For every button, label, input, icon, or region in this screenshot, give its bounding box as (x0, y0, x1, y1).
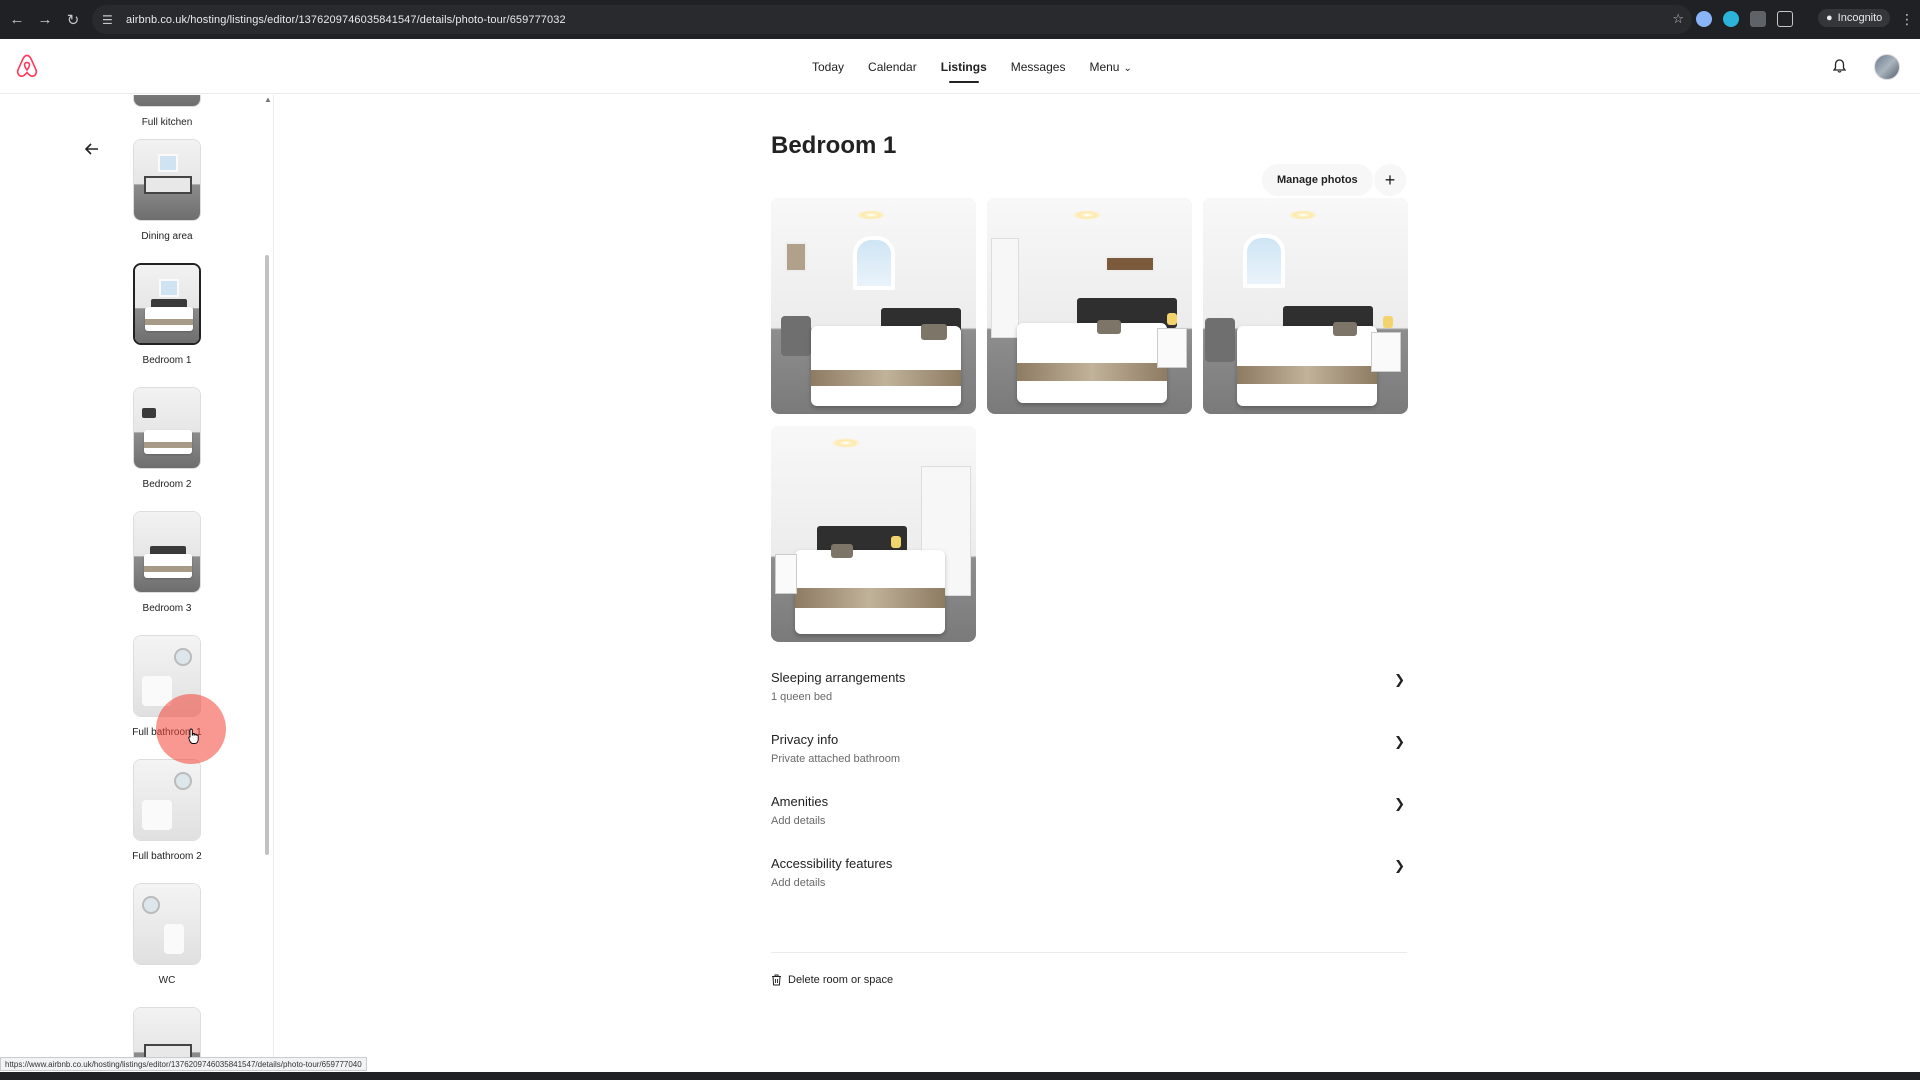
section-subtitle: 1 queen bed (771, 691, 833, 703)
section-sleeping-arrangements[interactable]: Sleeping arrangements 1 queen bed ❯ (771, 670, 1407, 720)
browser-menu-icon[interactable]: ⋮ (1900, 11, 1914, 28)
extensions-puzzle-icon[interactable] (1777, 11, 1793, 27)
chevron-right-icon: ❯ (1394, 796, 1405, 811)
room-photo[interactable] (771, 198, 976, 414)
room-item-bedroom-2[interactable]: Bedroom 2 (133, 387, 201, 490)
nav-messages[interactable]: Messages (1011, 60, 1066, 74)
section-title: Accessibility features (771, 856, 893, 871)
status-url: https://www.airbnb.co.uk/hosting/listing… (5, 1059, 362, 1069)
nav-menu-label: Menu (1089, 59, 1120, 74)
top-navigation: Today Calendar Listings Messages Menu ⌄ (0, 39, 1920, 94)
page-title: Bedroom 1 (771, 132, 897, 159)
hand-cursor-icon (188, 728, 199, 744)
chevron-right-icon: ❯ (1394, 672, 1405, 687)
nav-calendar[interactable]: Calendar (868, 60, 917, 74)
back-button[interactable] (79, 136, 105, 162)
section-accessibility-features[interactable]: Accessibility features Add details ❯ (771, 856, 1407, 906)
extension-icon[interactable] (1723, 11, 1739, 27)
room-thumbnail (133, 759, 201, 841)
scroll-up-arrow-icon[interactable]: ▲ (264, 95, 272, 104)
room-photo[interactable] (1203, 198, 1408, 414)
extension-icon[interactable] (1696, 11, 1712, 27)
room-label: Full kitchen (141, 117, 193, 128)
nav-menu[interactable]: Menu ⌄ (1089, 60, 1131, 74)
room-thumbnail (133, 1007, 201, 1060)
room-item-bedroom-1[interactable]: Bedroom 1 (133, 263, 201, 366)
room-item-full-kitchen[interactable]: Full kitchen (133, 95, 201, 128)
arrow-left-icon (85, 143, 98, 155)
chevron-right-icon: ❯ (1394, 858, 1405, 873)
delete-room-button[interactable]: Delete room or space (771, 974, 893, 986)
site-settings-icon[interactable]: ☰ (102, 13, 116, 27)
incognito-label: Incognito (1837, 12, 1883, 24)
incognito-badge[interactable]: ● Incognito (1818, 9, 1891, 27)
room-label: Bedroom 3 (142, 603, 192, 614)
room-photo[interactable] (771, 426, 976, 642)
room-thumbnail (133, 387, 201, 469)
delete-room-label: Delete room or space (788, 974, 894, 986)
section-subtitle: Add details (771, 815, 826, 827)
trash-icon (772, 974, 781, 986)
link-status-bar: https://www.airbnb.co.uk/hosting/listing… (0, 1057, 367, 1071)
section-subtitle: Private attached bathroom (771, 753, 901, 765)
bottom-bar (0, 1072, 1920, 1080)
sidebar-scrollbar[interactable] (265, 255, 269, 855)
incognito-icon: ● (1826, 12, 1833, 24)
room-photo[interactable] (987, 198, 1192, 414)
room-label: Bedroom 2 (142, 479, 192, 490)
room-sidebar: ▲ Full kitchen Dining area Bedroom 1 Bed… (0, 95, 274, 1060)
avatar[interactable] (1874, 54, 1900, 80)
chevron-down-icon: ⌄ (1123, 62, 1132, 74)
room-item-next[interactable] (133, 1007, 201, 1060)
nav-today[interactable]: Today (812, 60, 844, 74)
primary-nav: Today Calendar Listings Messages Menu ⌄ (812, 39, 1156, 94)
nav-listings[interactable]: Listings (941, 60, 987, 83)
browser-back-icon[interactable]: ← (4, 7, 30, 33)
airbnb-logo-icon[interactable] (14, 53, 40, 79)
browser-reload-icon[interactable]: ↻ (60, 7, 86, 33)
room-label: Bedroom 1 (142, 355, 192, 366)
section-privacy-info[interactable]: Privacy info Private attached bathroom ❯ (771, 732, 1407, 782)
address-bar[interactable]: ☰ airbnb.co.uk/hosting/listings/editor/1… (92, 5, 1692, 34)
room-label: Full bathroom 2 (132, 851, 202, 862)
section-title: Sleeping arrangements (771, 670, 906, 685)
section-subtitle: Add details (771, 877, 826, 889)
bell-icon[interactable] (1829, 56, 1849, 76)
plus-icon: + (1384, 169, 1396, 190)
section-amenities[interactable]: Amenities Add details ❯ (771, 794, 1407, 844)
browser-toolbar: ← → ↻ ☰ airbnb.co.uk/hosting/listings/ed… (0, 0, 1920, 39)
bookmark-star-icon[interactable]: ☆ (1672, 11, 1684, 27)
room-thumbnail (133, 511, 201, 593)
room-item-bedroom-3[interactable]: Bedroom 3 (133, 511, 201, 614)
room-label: Dining area (141, 231, 193, 242)
browser-forward-icon[interactable]: → (32, 7, 58, 33)
room-item-wc[interactable]: WC (133, 883, 201, 986)
extension-icon[interactable] (1750, 11, 1766, 27)
room-label: WC (158, 975, 176, 986)
manage-photos-button[interactable]: Manage photos (1262, 164, 1373, 196)
room-thumbnail (133, 883, 201, 965)
room-thumbnail (133, 95, 201, 107)
chevron-right-icon: ❯ (1394, 734, 1405, 749)
add-photo-button[interactable]: + (1374, 164, 1406, 196)
room-item-full-bathroom-2[interactable]: Full bathroom 2 (132, 759, 202, 862)
room-thumbnail (133, 139, 201, 221)
divider (771, 952, 1407, 953)
section-title: Privacy info (771, 732, 839, 747)
address-url: airbnb.co.uk/hosting/listings/editor/137… (126, 13, 566, 26)
section-title: Amenities (771, 794, 829, 809)
room-item-dining-area[interactable]: Dining area (133, 139, 201, 242)
room-thumbnail (133, 263, 201, 345)
